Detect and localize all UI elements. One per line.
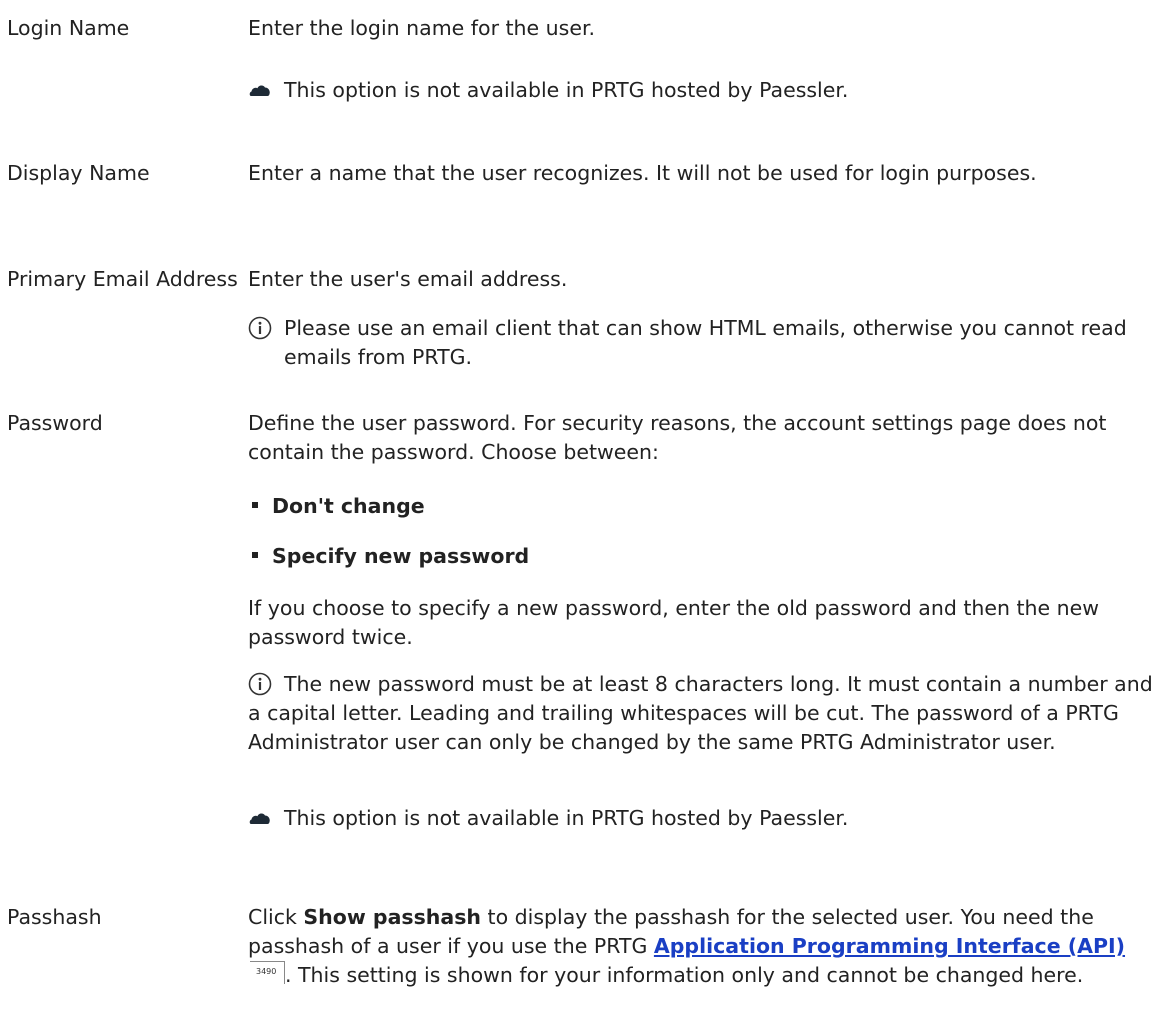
note-text: This option is not available in PRTG hos… (284, 806, 849, 830)
option-specify-new-password: Specify new password (248, 542, 529, 571)
description-text: If you choose to specify a new password,… (248, 596, 1100, 649)
description-text: Enter a name that the user recognizes. I… (248, 161, 1037, 185)
setting-description: Click Show passhash to display the passh… (248, 903, 1158, 990)
hosted-note: This option is not available in PRTG hos… (248, 76, 1158, 105)
page-number: 3490 (256, 967, 277, 976)
info-icon (248, 316, 272, 340)
description-text: Define the user password. For security r… (248, 411, 1107, 464)
page-reference[interactable]: 3490 (250, 961, 285, 984)
setting-label: Login Name (7, 16, 130, 40)
description-text: Click Show passhash to display the passh… (248, 903, 1158, 990)
setting-description-2: If you choose to specify a new password,… (248, 594, 1158, 652)
option-label: Don't change (272, 494, 425, 518)
hosted-note: This option is not available in PRTG hos… (248, 804, 1158, 833)
note-text: The new password must be at least 8 char… (248, 672, 1153, 754)
text-segment: Click (248, 905, 304, 929)
info-icon (248, 672, 272, 696)
text-segment: . This setting is shown for your informa… (285, 963, 1084, 987)
option-dont-change: Don't change (248, 492, 425, 521)
cloud-icon (249, 85, 270, 96)
setting-description: Define the user password. For security r… (248, 409, 1158, 467)
note-text: Please use an email client that can show… (284, 316, 1127, 369)
setting-description: Enter the login name for the user. (248, 14, 1158, 43)
info-note: Please use an email client that can show… (248, 314, 1158, 372)
setting-label: Display Name (7, 161, 150, 185)
setting-label: Password (7, 411, 103, 435)
setting-description: Enter a name that the user recognizes. I… (248, 159, 1158, 188)
option-label: Specify new password (272, 544, 530, 568)
setting-description: Enter the user's email address. (248, 265, 1158, 294)
setting-label: Passhash (7, 905, 102, 929)
bullet-dot (252, 502, 258, 508)
bullet-dot (252, 552, 258, 558)
api-link[interactable]: Application Programming Interface (API) (654, 934, 1125, 958)
note-text: This option is not available in PRTG hos… (284, 78, 849, 102)
show-passhash-label: Show passhash (303, 905, 482, 929)
cloud-icon (249, 813, 270, 824)
description-text: Enter the login name for the user. (248, 16, 596, 40)
description-text: Enter the user's email address. (248, 267, 568, 291)
info-note: The new password must be at least 8 char… (248, 670, 1158, 757)
setting-label: Primary Email Address (7, 267, 238, 291)
